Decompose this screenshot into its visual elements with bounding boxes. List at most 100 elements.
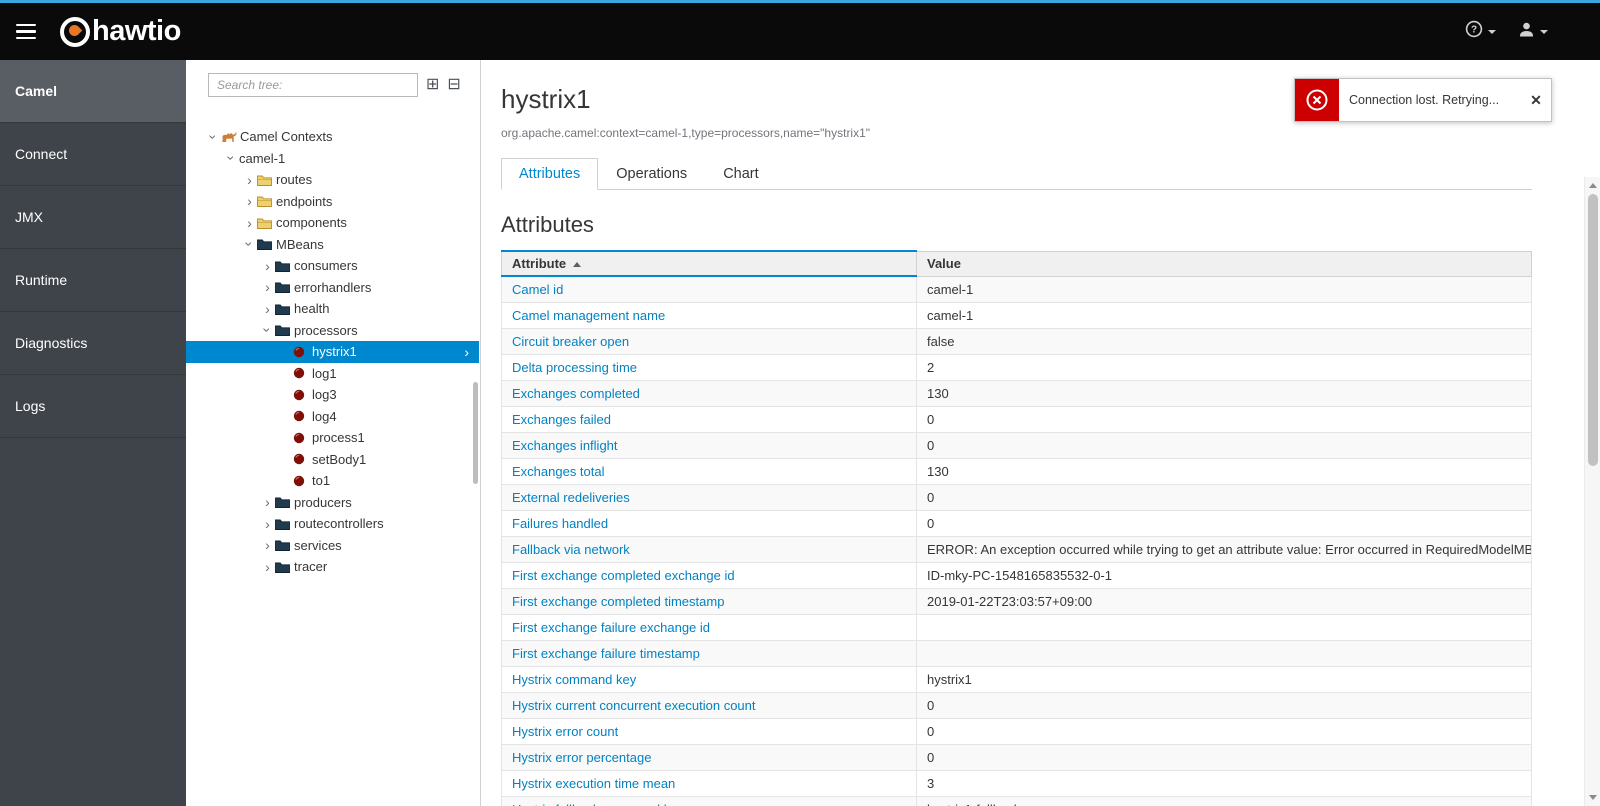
tree-node-log1[interactable]: log1 <box>186 363 479 385</box>
toast-close-button[interactable]: ✕ <box>1521 79 1551 121</box>
chevron-right-icon[interactable]: › <box>242 194 257 208</box>
attribute-link[interactable]: Exchanges total <box>512 464 605 479</box>
tab-operations[interactable]: Operations <box>598 158 705 190</box>
attribute-link[interactable]: First exchange failure exchange id <box>512 620 710 635</box>
attribute-cell: Hystrix error count <box>501 718 917 745</box>
chevron-down-icon[interactable]: › <box>224 151 240 166</box>
table-row: Camel id camel-1 <box>501 275 1532 303</box>
attribute-link[interactable]: First exchange completed timestamp <box>512 594 724 609</box>
chevron-down-icon[interactable]: › <box>242 237 258 252</box>
tree-node-routes[interactable]: › routes <box>186 169 479 191</box>
collapse-all-icon[interactable]: ⊟ <box>447 77 460 93</box>
nav-item-connect[interactable]: Connect <box>0 123 186 186</box>
tab-chart[interactable]: Chart <box>705 158 776 190</box>
chevron-right-icon[interactable]: › <box>242 216 257 230</box>
scroll-down-arrow-icon[interactable] <box>1589 795 1597 800</box>
attribute-link[interactable]: Failures handled <box>512 516 608 531</box>
nav-item-jmx[interactable]: JMX <box>0 186 186 249</box>
vertical-scrollbar[interactable] <box>1584 177 1600 806</box>
tree-node-producers[interactable]: › producers <box>186 492 479 514</box>
attribute-value: 0 <box>916 484 1532 511</box>
attribute-link[interactable]: Delta processing time <box>512 360 637 375</box>
chevron-down-icon <box>1488 29 1496 34</box>
tree-node-label: setBody1 <box>312 451 367 467</box>
chevron-right-icon[interactable]: › <box>260 495 275 509</box>
tree-node-consumers[interactable]: › consumers <box>186 255 479 277</box>
menu-toggle-button[interactable] <box>0 3 52 60</box>
tree-node-process1[interactable]: process1 <box>186 427 479 449</box>
attributes-table: Attribute Value Camel id camel-1 Camel man… <box>501 250 1532 806</box>
attribute-cell: Camel id <box>501 275 917 303</box>
scrollbar-thumb[interactable] <box>1588 194 1598 466</box>
attribute-value: 130 <box>916 458 1532 485</box>
attribute-link[interactable]: Hystrix error percentage <box>512 750 651 765</box>
tree-search-input[interactable] <box>208 73 418 97</box>
tree-node-log4[interactable]: log4 <box>186 406 479 428</box>
tab-attributes[interactable]: Attributes <box>501 158 599 190</box>
expand-all-icon[interactable]: ⊞ <box>426 77 439 93</box>
tree-node-services[interactable]: › services <box>186 535 479 557</box>
tree-node-endpoints[interactable]: › endpoints <box>186 191 479 213</box>
attribute-link[interactable]: Camel id <box>512 282 563 297</box>
attribute-link[interactable]: Camel management name <box>512 308 665 323</box>
attribute-link[interactable]: Hystrix fallback command key <box>512 802 684 806</box>
tree-node-to1[interactable]: to1 <box>186 470 479 492</box>
tree-node-components[interactable]: › components <box>186 212 479 234</box>
attribute-link[interactable]: Hystrix current concurrent execution cou… <box>512 698 756 713</box>
attribute-value: ID-mky-PC-1548165835532-0-1 <box>916 562 1532 589</box>
tree-node-routecontrollers[interactable]: › routecontrollers <box>186 513 479 535</box>
help-icon: ? <box>1465 20 1483 43</box>
attribute-link[interactable]: Circuit breaker open <box>512 334 629 349</box>
attribute-link[interactable]: Hystrix error count <box>512 724 618 739</box>
tree-node-camel-1[interactable]: › camel-1 <box>186 148 479 170</box>
attribute-link[interactable]: External redeliveries <box>512 490 630 505</box>
attribute-link[interactable]: First exchange completed exchange id <box>512 568 735 583</box>
chevron-right-icon[interactable]: › <box>242 173 257 187</box>
chevron-down-icon[interactable]: › <box>260 323 276 338</box>
tree-node-log3[interactable]: log3 <box>186 384 479 406</box>
attribute-value: 3 <box>916 770 1532 797</box>
chevron-right-icon[interactable]: › <box>260 560 275 574</box>
scroll-up-arrow-icon[interactable] <box>1589 183 1597 188</box>
attribute-link[interactable]: Exchanges completed <box>512 386 640 401</box>
tree-scrollbar[interactable] <box>473 382 478 484</box>
chevron-right-icon[interactable]: › <box>260 538 275 552</box>
chevron-right-icon[interactable]: › <box>260 517 275 531</box>
folder-icon <box>257 195 276 208</box>
user-dropdown[interactable] <box>1518 21 1548 43</box>
nav-item-logs[interactable]: Logs <box>0 375 186 438</box>
attribute-link[interactable]: Exchanges inflight <box>512 438 618 453</box>
attribute-value: 0 <box>916 510 1532 537</box>
help-dropdown[interactable]: ? <box>1465 20 1496 43</box>
nav-item-camel[interactable]: Camel <box>0 60 186 123</box>
nav-item-runtime[interactable]: Runtime <box>0 249 186 312</box>
tree-node-mbeans[interactable]: › MBeans <box>186 234 479 256</box>
tree-node-errorhandlers[interactable]: › errorhandlers <box>186 277 479 299</box>
table-row: Fallback via network ERROR: An exception … <box>501 536 1532 563</box>
brand-logo[interactable]: hawtio <box>60 3 181 60</box>
chevron-down-icon[interactable]: › <box>206 129 222 144</box>
attribute-cell: First exchange completed exchange id <box>501 562 917 589</box>
chevron-right-icon[interactable]: › <box>260 280 275 294</box>
tree-node-setbody1[interactable]: setBody1 <box>186 449 479 471</box>
column-header-value[interactable]: Value <box>916 250 1532 277</box>
tree-node-hystrix1[interactable]: hystrix1 › <box>186 341 479 363</box>
tree-node-tracer[interactable]: › tracer <box>186 556 479 578</box>
attribute-link[interactable]: Hystrix command key <box>512 672 636 687</box>
nav-item-diagnostics[interactable]: Diagnostics <box>0 312 186 375</box>
attribute-link[interactable]: Hystrix execution time mean <box>512 776 675 791</box>
column-header-attribute[interactable]: Attribute <box>501 250 917 277</box>
chevron-right-icon[interactable]: › <box>260 302 275 316</box>
tree-node-health[interactable]: › health <box>186 298 479 320</box>
column-header-label: Attribute <box>512 256 567 271</box>
table-row: Hystrix execution time mean 3 <box>501 770 1532 797</box>
tree-node-camel-contexts[interactable]: › Camel Contexts <box>186 126 479 148</box>
attribute-link[interactable]: Fallback via network <box>512 542 630 557</box>
attribute-link[interactable]: First exchange failure timestamp <box>512 646 700 661</box>
tree-node-processors[interactable]: › processors <box>186 320 479 342</box>
attribute-value: 130 <box>916 380 1532 407</box>
folder-icon <box>257 217 276 229</box>
attribute-cell: Circuit breaker open <box>501 328 917 355</box>
attribute-link[interactable]: Exchanges failed <box>512 412 611 427</box>
chevron-right-icon[interactable]: › <box>260 259 275 273</box>
